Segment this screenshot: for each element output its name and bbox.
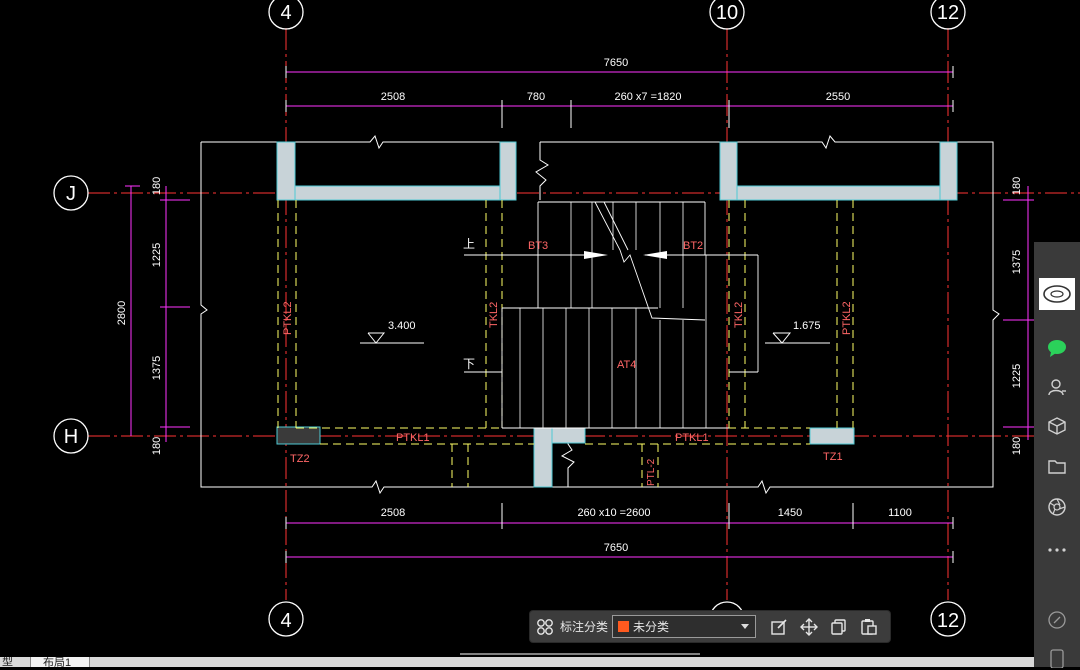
annotation-category-select[interactable]: 未分类 (612, 615, 757, 638)
annotation-category-label: 标注分类 (560, 620, 609, 634)
dim-left-1375: 1375 (151, 356, 163, 380)
dim-right-180-bottom: 180 (1011, 437, 1023, 455)
dim-top-2508: 2508 (381, 91, 405, 103)
grid-label-j: J (66, 183, 76, 205)
label-tkl2-right: TKL2 (733, 302, 745, 328)
grid-label-12-top: 12 (937, 2, 959, 24)
logo-icon (1039, 278, 1075, 310)
dim-right-1225: 1225 (1011, 364, 1023, 388)
3d-model-button[interactable] (1034, 412, 1080, 440)
tab-layout1-label: 布局1 (43, 657, 72, 668)
user-button[interactable] (1034, 373, 1080, 401)
link-button[interactable] (1034, 606, 1080, 634)
tab-layout1[interactable]: 布局1 (30, 657, 90, 667)
app-logo-button[interactable] (1034, 276, 1080, 312)
dim-bottom-2508: 2508 (381, 507, 405, 519)
grid-label-12-bottom: 12 (937, 610, 959, 632)
label-bt2: BT2 (683, 240, 703, 252)
device-button[interactable] (1034, 646, 1080, 670)
dim-top-780: 780 (527, 91, 545, 103)
category-color-swatch (618, 621, 630, 632)
elevation-left: 3.400 (388, 320, 416, 332)
layout-tab-strip: 型 布局1 (0, 657, 1034, 667)
edit-annotation-button[interactable] (764, 611, 794, 642)
dim-left-1225: 1225 (151, 243, 163, 267)
dim-top-1820: 260 x7 =1820 (615, 91, 682, 103)
grid-label-4-top: 4 (280, 2, 291, 24)
user-icon (1048, 379, 1066, 396)
grid-label-4-bottom: 4 (280, 610, 291, 632)
label-bt3: BT3 (528, 240, 548, 252)
dim-left-180-bottom: 180 (151, 437, 163, 455)
copy-icon (831, 618, 846, 635)
concrete-walls (276, 141, 958, 488)
elevation-symbols (360, 332, 830, 344)
label-ptl2: PTL-2 (646, 458, 657, 486)
dim-top-2550: 2550 (826, 91, 850, 103)
move-annotation-button[interactable] (794, 611, 824, 642)
dim-right-180-top: 180 (1011, 177, 1023, 195)
label-tz1: TZ1 (823, 451, 843, 463)
grid-label-10-top: 10 (716, 2, 738, 24)
chat-button[interactable] (1034, 334, 1080, 362)
label-at4: AT4 (617, 359, 636, 371)
tab-model-fragment[interactable]: 型 (2, 657, 13, 667)
aperture-button[interactable] (1034, 493, 1080, 521)
folder-button[interactable] (1034, 452, 1080, 480)
chevron-down-icon (741, 624, 750, 629)
label-up: 上 (463, 237, 475, 251)
paste-icon (861, 618, 877, 635)
dimension-lines (125, 71, 1034, 558)
cube-icon (1048, 417, 1066, 435)
stair-arrows (510, 251, 705, 259)
right-side-panel (1034, 242, 1080, 670)
dim-bottom-overall: 7650 (604, 542, 628, 554)
dim-bottom-1450: 1450 (778, 507, 802, 519)
label-ptkl2-left: PTKL2 (282, 301, 294, 335)
category-select-value: 未分类 (633, 620, 670, 634)
grid-icon (537, 618, 553, 635)
phone-icon (1050, 649, 1064, 668)
paste-annotation-button[interactable] (854, 611, 884, 642)
dim-top-overall: 7650 (604, 57, 628, 69)
more-icon (1048, 548, 1066, 552)
aperture-icon (1048, 498, 1066, 516)
label-ptkl1-right: PTKL1 (675, 432, 709, 444)
elevation-right: 1.675 (793, 320, 821, 332)
label-ptkl2-right: PTKL2 (841, 301, 853, 335)
dim-left-180-top: 180 (151, 177, 163, 195)
chat-icon (1048, 340, 1066, 357)
dim-right-1375: 1375 (1011, 250, 1023, 274)
link-icon (1048, 611, 1066, 629)
dim-bottom-1100: 1100 (888, 507, 912, 519)
move-icon (800, 617, 819, 636)
column-tz2 (276, 426, 321, 445)
more-button[interactable] (1034, 536, 1080, 564)
dim-bottom-2600: 260 x10 =2600 (577, 507, 650, 519)
dim-left-2800: 2800 (116, 301, 128, 325)
grid-label-h: H (64, 426, 78, 448)
annotation-toolbar: 标注分类 未分类 (530, 611, 890, 642)
copy-annotation-button[interactable] (824, 611, 854, 642)
label-tkl2-left: TKL2 (488, 302, 500, 328)
label-ptkl1-left: PTKL1 (396, 432, 430, 444)
grid-view-button[interactable] (530, 611, 560, 642)
edit-icon (771, 618, 787, 635)
folder-icon (1048, 460, 1066, 474)
cad-drawing-canvas[interactable]: 4 10 12 4 10 12 J H (0, 0, 1080, 667)
label-down: 下 (463, 357, 475, 371)
label-tz2: TZ2 (290, 453, 310, 465)
stair-treads (464, 201, 759, 429)
